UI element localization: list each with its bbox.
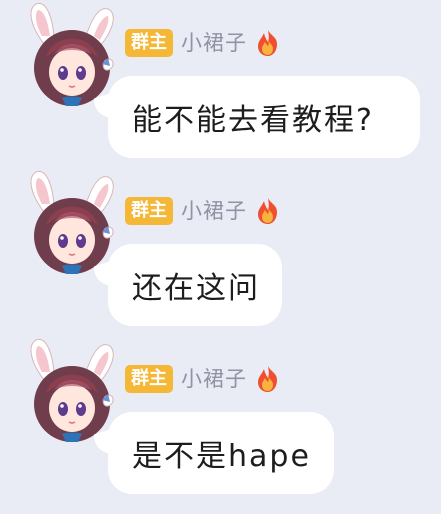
sender-name[interactable]: 小裙子	[181, 197, 247, 225]
fire-icon	[255, 29, 281, 57]
message-text: 能不能去看教程?	[108, 76, 420, 158]
message-header: 群主 小裙子	[125, 27, 281, 59]
chat-message: 群主 小裙子 还在这问	[0, 168, 441, 336]
message-header: 群主 小裙子	[125, 195, 281, 227]
chat-thread: 群主 小裙子 能不能去看教程? 群主 小裙子 还在这问 群主 小裙子 是不是ha…	[0, 0, 441, 514]
sender-name[interactable]: 小裙子	[181, 29, 247, 57]
chat-message: 群主 小裙子 能不能去看教程?	[0, 0, 441, 168]
owner-badge: 群主	[125, 365, 173, 393]
message-text: 是不是hape	[108, 412, 334, 494]
message-bubble[interactable]: 还在这问	[108, 244, 282, 326]
owner-badge: 群主	[125, 197, 173, 225]
message-text: 还在这问	[108, 244, 282, 326]
sender-name[interactable]: 小裙子	[181, 365, 247, 393]
chat-message: 群主 小裙子 是不是hape	[0, 336, 441, 514]
fire-icon	[255, 365, 281, 393]
message-bubble[interactable]: 能不能去看教程?	[108, 76, 420, 158]
owner-badge: 群主	[125, 29, 173, 57]
fire-icon	[255, 197, 281, 225]
message-header: 群主 小裙子	[125, 363, 281, 395]
message-bubble[interactable]: 是不是hape	[108, 412, 334, 494]
